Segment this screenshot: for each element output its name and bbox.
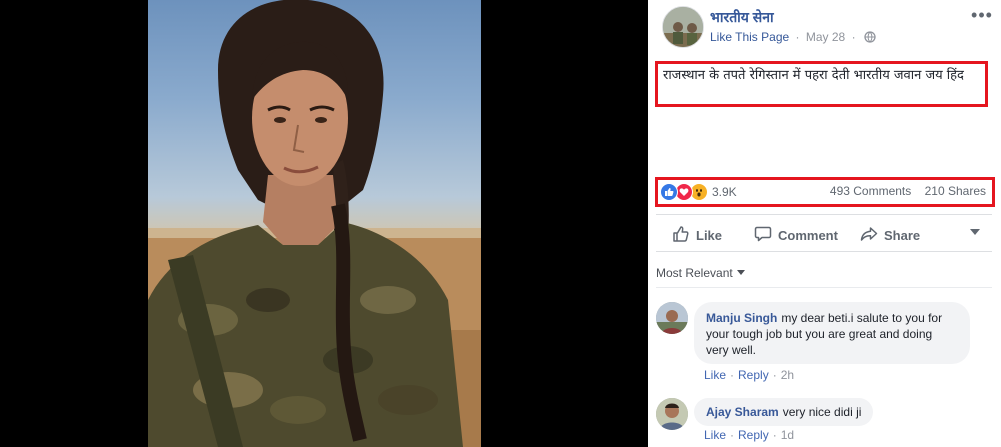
photo-soldier-woman: [148, 0, 481, 447]
meta-separator: ·: [795, 30, 800, 44]
comment-text: very nice didi ji: [782, 405, 862, 419]
comment-like-link[interactable]: Like: [704, 428, 726, 442]
post-panel: भारतीय सेना Like This Page · May 28 · ••…: [648, 0, 1001, 447]
stats-highlight-box: 3.9K 493 Comments 210 Shares: [655, 177, 995, 207]
more-options-button[interactable]: •••: [970, 6, 994, 24]
like-button-label: Like: [696, 228, 723, 243]
sort-caret-icon: [736, 270, 745, 275]
reactions-summary[interactable]: 3.9K: [660, 183, 737, 201]
page-name-link[interactable]: भारतीय सेना: [710, 8, 774, 27]
comment-time[interactable]: 2h: [781, 368, 794, 382]
engagement-counts: 493 Comments 210 Shares: [830, 184, 986, 198]
like-page-link[interactable]: Like This Page: [710, 30, 789, 44]
caption-highlight-box: राजस्थान के तपते रेगिस्तान में पहरा देती…: [655, 61, 988, 107]
post-caption: राजस्थान के तपते रेगिस्तान में पहरा देती…: [663, 68, 964, 83]
divider: [656, 287, 992, 288]
commenter-avatar[interactable]: [656, 302, 688, 334]
like-reaction-icon: [660, 183, 678, 201]
share-button[interactable]: Share: [860, 225, 920, 246]
comment-bubble: Manju Singh my dear beti.i salute to you …: [694, 302, 970, 364]
page-avatar[interactable]: [662, 6, 704, 48]
photo-viewer: [0, 0, 648, 447]
reaction-count[interactable]: 3.9K: [712, 185, 737, 199]
meta-separator: ·: [851, 30, 856, 44]
comment-button-label: Comment: [778, 228, 838, 243]
sort-label: Most Relevant: [656, 266, 733, 280]
post-photo[interactable]: [148, 0, 481, 447]
shares-count-link[interactable]: 210 Shares: [925, 184, 986, 198]
post-date[interactable]: May 28: [806, 30, 845, 44]
comment-reply-link[interactable]: Reply: [738, 428, 769, 442]
comment-author-link[interactable]: Ajay Sharam: [706, 405, 779, 419]
share-arrow-icon: [860, 225, 884, 246]
post-header: भारतीय सेना Like This Page · May 28 · ••…: [656, 6, 996, 50]
like-button[interactable]: Like: [672, 225, 722, 246]
comment-button[interactable]: Comment: [754, 225, 838, 246]
comment-like-link[interactable]: Like: [704, 368, 726, 382]
share-button-label: Share: [884, 228, 921, 243]
thumbs-up-icon: [672, 225, 696, 246]
comment-author-link[interactable]: Manju Singh: [706, 311, 777, 325]
share-dropdown-caret-icon[interactable]: [970, 229, 980, 235]
post-action-bar: Like Comment Share: [656, 214, 992, 252]
comment-sort-dropdown[interactable]: Most Relevant: [656, 266, 745, 280]
comment-time[interactable]: 1d: [781, 428, 794, 442]
comment-bubble: Ajay Sharam very nice didi ji: [694, 398, 874, 426]
comment-actions: Like · Reply · 2h: [704, 368, 795, 382]
comment-actions: Like · Reply · 1d: [704, 428, 795, 442]
comment-reply-link[interactable]: Reply: [738, 368, 769, 382]
comments-count-link[interactable]: 493 Comments: [830, 184, 911, 198]
globe-icon: [864, 31, 876, 46]
comment-bubble-icon: [754, 225, 778, 246]
post-meta: Like This Page · May 28 ·: [710, 30, 876, 46]
commenter-avatar[interactable]: [656, 398, 688, 430]
